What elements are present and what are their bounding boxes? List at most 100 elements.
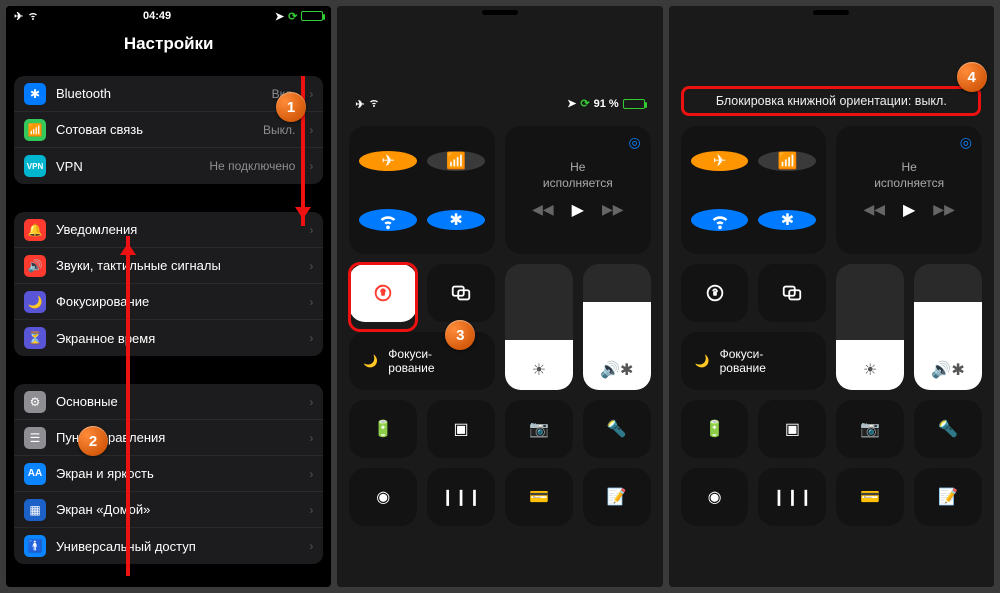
wifi-button[interactable] — [359, 209, 417, 231]
row-focus[interactable]: 🌙 Фокусирование › — [14, 284, 323, 320]
bluetooth-button[interactable]: ✱ — [758, 210, 816, 230]
brightness-slider[interactable]: ☀ — [836, 264, 904, 390]
chevron-right-icon: › — [309, 331, 313, 345]
row-detail: Не подключено — [209, 159, 295, 173]
row-accessibility[interactable]: 🚹 Универсальный доступ › — [14, 528, 323, 564]
cellular-button[interactable]: 📶 — [758, 151, 816, 171]
airplane-mode-button[interactable]: ✈ — [691, 151, 749, 171]
qr-scan-button[interactable]: ▣ — [758, 400, 826, 458]
flashlight-button[interactable]: 🔦 — [583, 400, 651, 458]
row-label: Универсальный доступ — [56, 539, 295, 554]
row-vpn[interactable]: VPN VPN Не подключено › — [14, 148, 323, 184]
row-control-center[interactable]: ☰ Пункт управления › — [14, 420, 323, 456]
chevron-right-icon: › — [309, 259, 313, 273]
focus-label: Фокуси- рование — [720, 347, 766, 376]
airplane-icon: ✈ — [14, 10, 23, 23]
row-cellular[interactable]: 📶 Сотовая связь Выкл. › — [14, 112, 323, 148]
volume-bt-icon: 🔊✱ — [583, 360, 651, 380]
chevron-right-icon: › — [309, 539, 313, 553]
grabber-handle[interactable] — [482, 10, 518, 15]
sync-icon: ⟳ — [580, 97, 589, 110]
prev-icon[interactable]: ◀◀ — [863, 201, 885, 218]
row-label: Фокусирование — [56, 294, 295, 309]
volume-slider[interactable]: 🔊✱ — [583, 264, 651, 390]
airplane-mode-button[interactable]: ✈ — [359, 151, 417, 171]
connectivity-tile[interactable]: ✈ 📶 ✱ — [349, 126, 495, 254]
focus-button[interactable]: 🌙 Фокуси- рование — [681, 332, 827, 390]
screen-mirroring-button[interactable] — [427, 264, 495, 322]
chevron-right-icon: › — [309, 123, 313, 137]
low-power-button[interactable]: 🔋 — [349, 400, 417, 458]
low-power-button[interactable]: 🔋 — [681, 400, 749, 458]
connectivity-tile[interactable]: ✈ 📶 ✱ — [681, 126, 827, 254]
settings-group-connectivity: ✱ Bluetooth Вкл. › 📶 Сотовая связь Выкл.… — [14, 76, 323, 184]
prev-icon[interactable]: ◀◀ — [532, 201, 554, 218]
media-title: Не исполняется — [543, 160, 613, 191]
volume-slider[interactable]: 🔊✱ — [914, 264, 982, 390]
wallet-button[interactable]: 💳 — [836, 468, 904, 526]
row-label: Экран и яркость — [56, 466, 295, 481]
phone-settings: ✈ 04:49 ➤ ⟳ Настройки ✱ Bluetooth Вкл. ›… — [6, 6, 331, 587]
status-banner: Блокировка книжной ориентации: выкл. — [683, 94, 980, 108]
row-label: Уведомления — [56, 222, 295, 237]
accessibility-icon: 🚹 — [24, 535, 46, 557]
row-display[interactable]: AA Экран и яркость › — [14, 456, 323, 492]
moon-icon: 🌙 — [363, 354, 378, 368]
rotation-lock-button[interactable] — [349, 264, 417, 322]
row-screentime[interactable]: ⏳ Экранное время › — [14, 320, 323, 356]
chevron-right-icon: › — [309, 503, 313, 517]
cellular-icon: 📶 — [24, 119, 46, 141]
step-badge-2: 2 — [78, 426, 108, 456]
status-time: 04:49 — [143, 10, 171, 22]
bluetooth-button[interactable]: ✱ — [427, 210, 485, 230]
vpn-icon: VPN — [24, 155, 46, 177]
bluetooth-icon: ✱ — [24, 83, 46, 105]
notes-button[interactable]: 📝 — [914, 468, 982, 526]
voice-memo-button[interactable]: ❙❙❙ — [427, 468, 495, 526]
next-icon[interactable]: ▶▶ — [933, 201, 955, 218]
screen-record-button[interactable]: ◉ — [349, 468, 417, 526]
hourglass-icon: ⏳ — [24, 327, 46, 349]
row-general[interactable]: ⚙ Основные › — [14, 384, 323, 420]
wallet-button[interactable]: 💳 — [505, 468, 573, 526]
play-icon[interactable]: ▶ — [903, 200, 915, 220]
row-sounds[interactable]: 🔊 Звуки, тактильные сигналы › — [14, 248, 323, 284]
voice-memo-button[interactable]: ❙❙❙ — [758, 468, 826, 526]
notes-button[interactable]: 📝 — [583, 468, 651, 526]
media-title: Не исполняется — [874, 160, 944, 191]
settings-group-notifications: 🔔 Уведомления › 🔊 Звуки, тактильные сигн… — [14, 212, 323, 356]
row-label: Экранное время — [56, 331, 295, 346]
row-notifications[interactable]: 🔔 Уведомления › — [14, 212, 323, 248]
row-detail: Выкл. — [263, 123, 295, 137]
airplay-icon[interactable]: ◎ — [628, 134, 640, 151]
media-tile[interactable]: ◎ Не исполняется ◀◀ ▶ ▶▶ — [505, 126, 651, 254]
grabber-handle[interactable] — [813, 10, 849, 15]
qr-scan-button[interactable]: ▣ — [427, 400, 495, 458]
location-icon: ➤ — [567, 97, 576, 110]
battery-icon — [301, 11, 323, 21]
flashlight-button[interactable]: 🔦 — [914, 400, 982, 458]
chevron-right-icon: › — [309, 431, 313, 445]
page-title: Настройки — [6, 26, 331, 66]
media-tile[interactable]: ◎ Не исполняется ◀◀ ▶ ▶▶ — [836, 126, 982, 254]
sun-icon: ☀ — [836, 360, 904, 380]
camera-button[interactable]: 📷 — [505, 400, 573, 458]
wifi-button[interactable] — [691, 209, 749, 231]
row-home[interactable]: ▦ Экран «Домой» › — [14, 492, 323, 528]
switches-icon: ☰ — [24, 427, 46, 449]
airplay-icon[interactable]: ◎ — [960, 134, 972, 151]
status-bar: ✈ 04:49 ➤ ⟳ — [6, 6, 331, 26]
camera-button[interactable]: 📷 — [836, 400, 904, 458]
rotation-lock-button[interactable] — [681, 264, 749, 322]
focus-label: Фокуси- рование — [388, 347, 434, 376]
row-label: Основные — [56, 394, 295, 409]
screen-record-button[interactable]: ◉ — [681, 468, 749, 526]
screen-mirroring-button[interactable] — [758, 264, 826, 322]
cellular-button[interactable]: 📶 — [427, 151, 485, 171]
brightness-slider[interactable]: ☀ — [505, 264, 573, 390]
volume-bt-icon: 🔊✱ — [914, 360, 982, 380]
play-icon[interactable]: ▶ — [572, 200, 584, 220]
next-icon[interactable]: ▶▶ — [602, 201, 624, 218]
moon-icon: 🌙 — [24, 291, 46, 313]
wifi-icon — [27, 9, 39, 24]
